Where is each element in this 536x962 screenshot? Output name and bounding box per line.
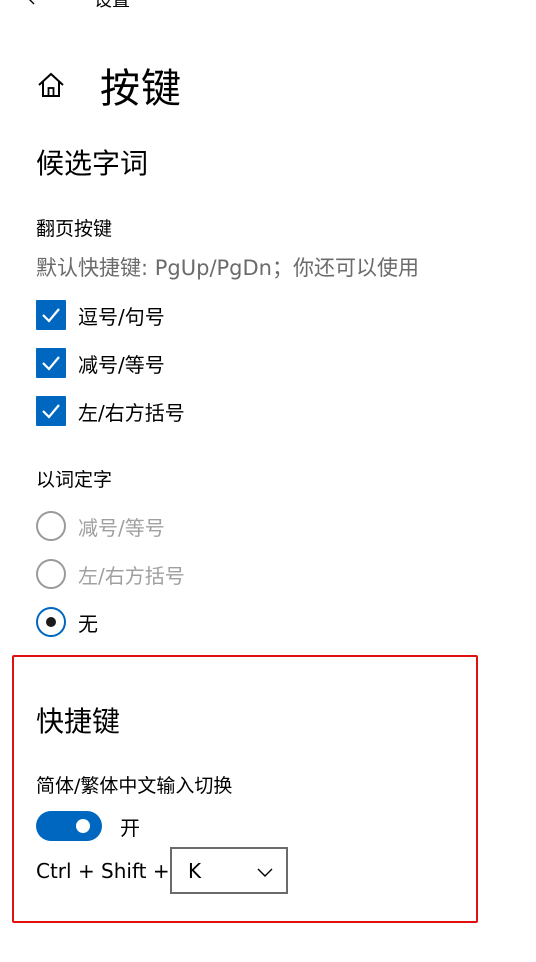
checkmark-icon bbox=[42, 308, 60, 323]
simplified-traditional-toggle-row: 开 bbox=[36, 811, 140, 841]
dropdown-selected-value: K bbox=[188, 858, 202, 883]
shortcut-key-row: Ctrl + Shift + K bbox=[36, 847, 288, 894]
paging-keys-description: 默认快捷键: PgUp/PgDn；你还可以使用 bbox=[36, 256, 419, 280]
checkbox-box[interactable] bbox=[36, 300, 66, 330]
radio-label: 减号/等号 bbox=[78, 515, 165, 540]
radio-none[interactable]: 无 bbox=[36, 607, 98, 637]
word-to-char-label: 以词定字 bbox=[36, 469, 113, 491]
settings-page: 设置 按键 候选字词 翻页按键 默认快捷键: PgUp/PgDn；你还可以使用 … bbox=[0, 0, 536, 962]
checkbox-comma-period[interactable]: 逗号/句号 bbox=[36, 300, 165, 330]
checkbox-label: 减号/等号 bbox=[78, 352, 165, 377]
checkbox-minus-equal[interactable]: 减号/等号 bbox=[36, 348, 165, 378]
radio-label: 无 bbox=[78, 611, 98, 636]
checkmark-icon bbox=[42, 404, 60, 419]
back-arrow-icon[interactable] bbox=[22, 0, 40, 6]
radio-button-selected[interactable] bbox=[36, 607, 66, 637]
shortcuts-heading: 快捷键 bbox=[36, 705, 121, 738]
radio-button[interactable] bbox=[36, 559, 66, 589]
toggle-knob bbox=[76, 819, 90, 833]
checkbox-label: 逗号/句号 bbox=[78, 304, 165, 329]
shortcut-key-dropdown[interactable]: K bbox=[170, 847, 288, 894]
checkbox-box[interactable] bbox=[36, 396, 66, 426]
radio-brackets[interactable]: 左/右方括号 bbox=[36, 559, 185, 589]
radio-label: 左/右方括号 bbox=[78, 563, 185, 588]
checkbox-box[interactable] bbox=[36, 348, 66, 378]
toggle-state-label: 开 bbox=[120, 815, 140, 840]
simplified-traditional-label: 简体/繁体中文输入切换 bbox=[36, 775, 233, 797]
checkbox-brackets[interactable]: 左/右方括号 bbox=[36, 396, 185, 426]
chevron-down-icon bbox=[257, 868, 273, 877]
checkbox-label: 左/右方括号 bbox=[78, 400, 185, 425]
page-title: 按键 bbox=[100, 66, 182, 112]
checkmark-icon bbox=[42, 356, 60, 371]
window-title: 设置 bbox=[94, 0, 130, 11]
paging-keys-label: 翻页按键 bbox=[36, 218, 113, 240]
candidate-words-heading: 候选字词 bbox=[36, 147, 149, 180]
shortcut-modifier-label: Ctrl + Shift + bbox=[36, 858, 170, 883]
home-icon[interactable] bbox=[36, 70, 66, 100]
title-bar: 设置 bbox=[0, 0, 536, 12]
radio-minus-equal[interactable]: 减号/等号 bbox=[36, 511, 165, 541]
simplified-traditional-toggle[interactable] bbox=[36, 811, 102, 841]
radio-button[interactable] bbox=[36, 511, 66, 541]
